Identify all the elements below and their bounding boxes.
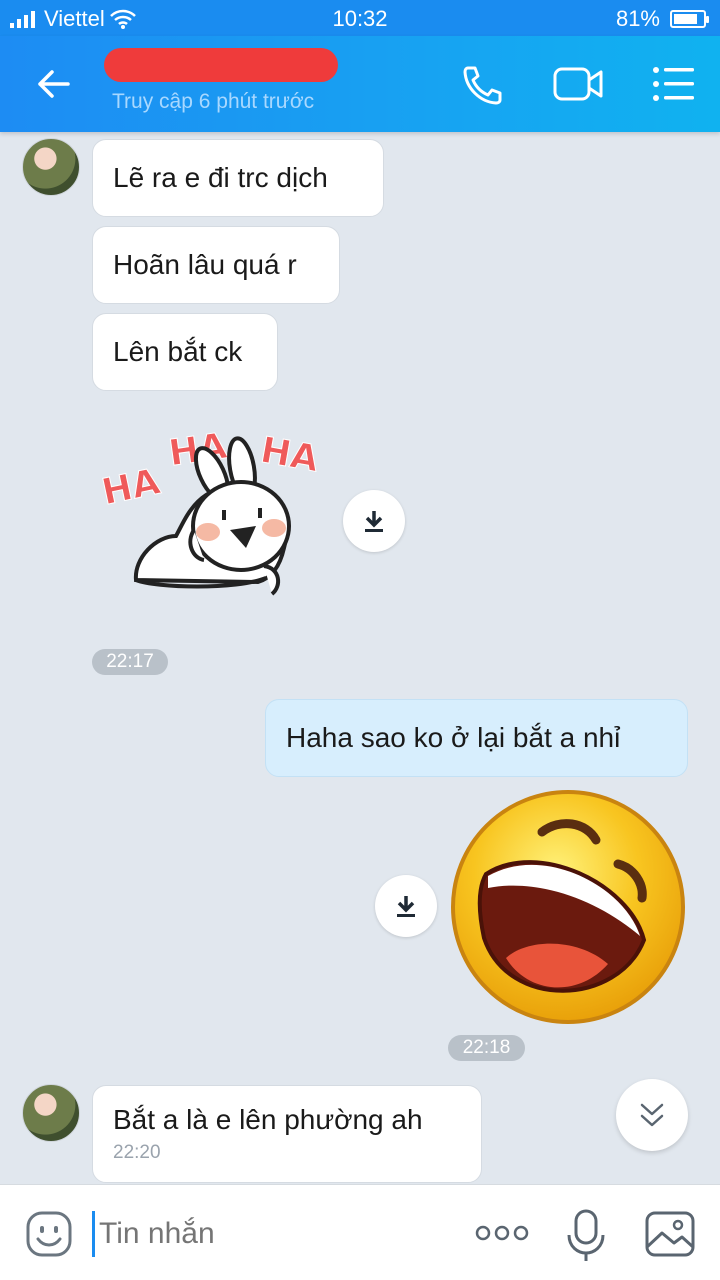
message-text: Haha sao ko ở lại bắt a nhỉ — [286, 722, 621, 753]
incoming-message[interactable]: Bắt a là e lên phường ah 22:20 — [92, 1085, 482, 1183]
voice-message-button[interactable] — [564, 1207, 608, 1263]
message-timestamp: 22:17 — [92, 649, 168, 675]
download-icon — [365, 511, 383, 532]
battery-fill — [674, 14, 697, 24]
message-time: 22:20 — [113, 1142, 161, 1163]
battery-icon — [670, 10, 709, 28]
sticker-text: HA — [98, 461, 163, 513]
image-icon — [645, 1211, 695, 1257]
more-options-button[interactable] — [474, 1221, 530, 1245]
contact-name-redacted[interactable] — [104, 48, 338, 82]
message-text: Hoãn lâu quá r — [113, 249, 297, 280]
menu-button[interactable] — [650, 62, 700, 106]
photo-button[interactable] — [644, 1209, 696, 1259]
contact-avatar[interactable] — [22, 1084, 80, 1142]
more-dots-icon — [475, 1225, 529, 1241]
sticker-text: HA — [257, 430, 321, 480]
message-composer — [0, 1184, 720, 1280]
microphone-icon — [567, 1209, 605, 1261]
download-button[interactable] — [375, 875, 437, 937]
emoji-icon — [26, 1211, 72, 1257]
contact-last-seen: Truy cập 6 phút trước — [112, 90, 315, 113]
video-call-icon — [553, 67, 603, 101]
message-timestamp: 22:18 — [448, 1035, 525, 1061]
download-button[interactable] — [343, 490, 405, 552]
message-text: Lẽ ra e đi trc dịch — [113, 162, 328, 193]
laughing-emoji-sticker[interactable] — [448, 788, 688, 1026]
clock: 10:32 — [332, 6, 388, 31]
chat-header: Truy cập 6 phút trước — [0, 36, 720, 132]
incoming-message[interactable]: Lên bắt ck — [92, 313, 278, 391]
download-icon — [397, 896, 415, 917]
double-chevron-down-icon — [640, 1103, 664, 1127]
message-text: Bắt a là e lên phường ah — [113, 1104, 423, 1135]
battery-percent: 81% — [615, 6, 660, 31]
incoming-message[interactable]: Lẽ ra e đi trc dịch — [92, 139, 384, 217]
menu-list-icon — [653, 67, 694, 101]
message-text: Lên bắt ck — [113, 336, 243, 367]
outgoing-message[interactable]: Haha sao ko ở lại bắt a nhỉ — [265, 699, 688, 777]
battery-info: 81% — [615, 6, 709, 32]
scroll-to-bottom-button[interactable] — [616, 1079, 688, 1151]
back-arrow-icon — [38, 70, 70, 98]
emoji-button[interactable] — [24, 1209, 74, 1259]
status-bar: Viettel 10:32 81% — [0, 0, 720, 36]
video-call-button[interactable] — [552, 62, 603, 106]
voice-call-button[interactable] — [456, 62, 506, 106]
phone-icon — [463, 66, 502, 105]
laughing-bunny-sticker[interactable]: HA HA HA — [96, 418, 336, 608]
incoming-message[interactable]: Hoãn lâu quá r — [92, 226, 340, 304]
message-input[interactable] — [92, 1211, 422, 1257]
back-button[interactable] — [28, 62, 78, 106]
contact-avatar[interactable] — [22, 138, 80, 196]
